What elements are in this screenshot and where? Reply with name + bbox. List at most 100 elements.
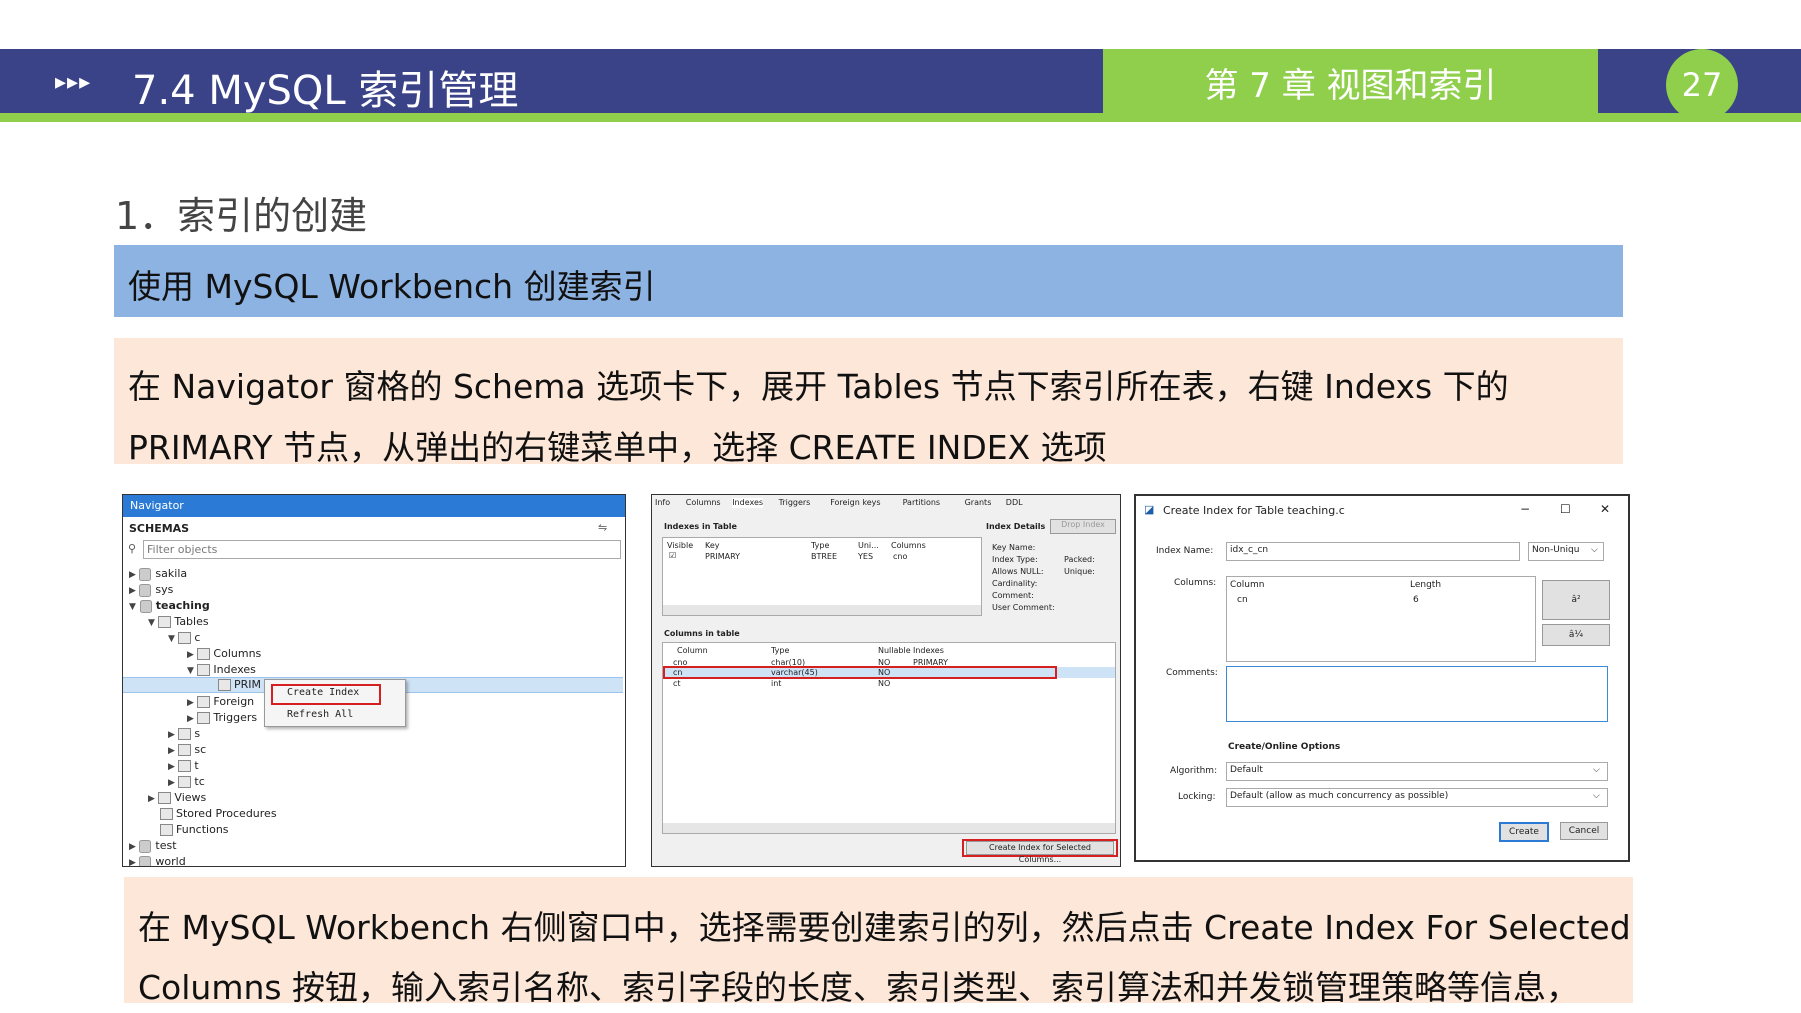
tab-triggers[interactable]: Triggers — [779, 498, 811, 507]
index-columns: cno — [893, 552, 908, 561]
scrollbar[interactable] — [663, 605, 981, 615]
paragraph-2-line-1: 在 MySQL Workbench 右侧窗口中，选择需要创建索引的列，然后点击 … — [138, 908, 1631, 947]
create-index-dialog: ◪ Create Index for Table teaching.c − ☐ … — [1134, 494, 1630, 862]
context-menu: Create Index Refresh All — [264, 679, 406, 727]
column-cell[interactable]: cn — [1237, 595, 1248, 605]
database-icon — [139, 583, 152, 597]
tab-ddl[interactable]: DDL — [1006, 498, 1023, 507]
packed-label: Packed: — [1064, 555, 1095, 564]
index-type: BTREE — [811, 552, 838, 561]
table-row[interactable]: cn — [673, 668, 682, 677]
key-name-label: Key Name: — [992, 543, 1036, 552]
tab-info[interactable]: Info — [655, 498, 670, 507]
tree-item-t[interactable]: ▶ t — [168, 759, 199, 772]
locking-select[interactable]: Default (allow as much concurrency as po… — [1226, 788, 1608, 807]
table-icon — [178, 776, 192, 788]
maximize-icon[interactable]: ☐ — [1560, 502, 1571, 516]
indexes-icon — [197, 664, 211, 676]
move-down-button[interactable]: â¼ — [1542, 624, 1610, 646]
highlight-box — [663, 666, 1057, 679]
folder-icon — [158, 616, 172, 628]
tree-item-columns[interactable]: ▶ Columns — [187, 647, 261, 660]
close-icon[interactable]: ✕ — [1600, 502, 1610, 516]
scrollbar[interactable] — [663, 823, 1115, 833]
tree-item-foreign[interactable]: ▶ Foreign — [187, 695, 254, 708]
tree-item-primary[interactable]: PRIM — [218, 678, 261, 691]
folder-icon — [158, 792, 172, 804]
section-title: 1．索引的创建 — [115, 194, 368, 238]
minimize-icon[interactable]: − — [1520, 502, 1530, 516]
cancel-button[interactable]: Cancel — [1560, 822, 1608, 840]
refresh-icon[interactable]: ⇋ — [598, 521, 607, 534]
comment-label: Comment: — [992, 591, 1034, 600]
tree-item-tables[interactable]: ▼ Tables — [148, 615, 209, 628]
tree-item-stored-procedures[interactable]: Stored Procedures — [160, 807, 277, 820]
tree-item-test[interactable]: ▶ test — [129, 839, 177, 853]
menu-item-refresh-all[interactable]: Refresh All — [287, 709, 353, 720]
checkbox-icon[interactable]: ☑ — [669, 551, 676, 560]
create-index-selected-columns-button[interactable]: Create Index for Selected Columns... — [966, 841, 1114, 864]
tree-item-triggers[interactable]: ▶ Triggers — [187, 711, 257, 724]
tab-indexes[interactable]: Indexes — [732, 498, 764, 508]
tab-foreign-keys[interactable]: Foreign keys — [830, 498, 880, 507]
tree-item-teaching[interactable]: ▼ teaching — [129, 599, 210, 613]
cardinality-label: Cardinality: — [992, 579, 1038, 588]
menu-item-create-index[interactable]: Create Index — [287, 687, 359, 698]
table-icon — [178, 760, 192, 772]
length-cell[interactable]: 6 — [1413, 595, 1419, 605]
database-icon — [139, 599, 152, 613]
database-icon — [139, 567, 152, 581]
tree-item-tc[interactable]: ▶ tc — [168, 775, 205, 788]
indexes-in-table-label: Indexes in Table — [664, 522, 737, 531]
tree-item-s[interactable]: ▶ s — [168, 727, 200, 740]
tree-item-sys[interactable]: ▶ sys — [129, 583, 173, 597]
tree-item-world[interactable]: ▶ world — [129, 855, 186, 866]
tree-item-functions[interactable]: Functions — [160, 823, 229, 836]
paragraph-2: 在 MySQL Workbench 右侧窗口中，选择需要创建索引的列，然后点击 … — [124, 877, 1633, 1007]
subtitle-band: 使用 MySQL Workbench 创建索引 — [114, 245, 1623, 317]
columns-grid[interactable]: Column Type Nullable Indexes cno char(10… — [662, 642, 1116, 834]
chevron-down-icon: ⌵ — [1591, 545, 1598, 555]
index-type-label: Index Type: — [992, 555, 1038, 564]
grid-header: Type — [771, 646, 790, 655]
indexes-grid[interactable]: Visible Key Type Uni... Columns ☑ PRIMAR… — [662, 537, 982, 616]
key-icon — [218, 679, 231, 691]
index-name-input[interactable]: idx_c_cn — [1226, 542, 1520, 561]
create-button[interactable]: Create — [1499, 822, 1549, 842]
chapter-title: 第 7 章 视图和索引 — [1204, 66, 1497, 106]
trigger-icon — [197, 712, 211, 724]
chevron-down-icon: ⌵ — [1593, 791, 1600, 801]
tree-item-sc[interactable]: ▶ sc — [168, 743, 206, 756]
cell-nullable: NO — [878, 679, 891, 688]
grid-header: Visible — [667, 541, 694, 550]
tree-item-sakila[interactable]: ▶ sakila — [129, 567, 187, 581]
algorithm-label: Algorithm: — [1170, 766, 1218, 776]
filter-input[interactable]: Filter objects — [143, 540, 621, 559]
tree-item-c[interactable]: ▼ c — [168, 631, 200, 644]
index-kind-value: Non-Uniqu — [1532, 545, 1580, 555]
foreign-key-icon — [197, 696, 211, 708]
tab-grants[interactable]: Grants — [965, 498, 992, 507]
table-icon — [178, 728, 192, 740]
index-details-label: Index Details — [986, 522, 1046, 531]
tab-columns[interactable]: Columns — [686, 498, 721, 507]
paragraph-2-line-2: Columns 按钮，输入索引名称、索引字段的长度、索引类型、索引算法和并发锁管… — [138, 968, 1580, 1007]
index-kind-select[interactable]: Non-Uniqu ⌵ — [1528, 542, 1604, 561]
tab-partitions[interactable]: Partitions — [903, 498, 941, 507]
tree-item-indexes[interactable]: ▼ Indexes — [187, 663, 256, 676]
index-editor-screenshot: Info Columns Indexes Triggers Foreign keys Pa… — [651, 494, 1121, 867]
grid-header: Nullable — [878, 646, 911, 655]
tree-item-views[interactable]: ▶ Views — [148, 791, 206, 804]
workbench-icon: ◪ — [1144, 503, 1155, 516]
chevron-down-icon: ⌵ — [1593, 765, 1600, 775]
drop-index-button[interactable]: Drop Index — [1050, 519, 1116, 534]
grid-header: Uni... — [858, 541, 879, 550]
comments-label: Comments: — [1166, 668, 1218, 678]
comments-textarea[interactable] — [1226, 666, 1608, 722]
index-name-label: Index Name: — [1156, 546, 1214, 556]
locking-value: Default (allow as much concurrency as po… — [1230, 791, 1449, 801]
move-up-button[interactable]: â² — [1542, 580, 1610, 620]
table-row[interactable]: ct — [673, 679, 681, 688]
algorithm-select[interactable]: Default ⌵ — [1226, 762, 1608, 781]
index-columns-grid[interactable]: Column Length cn 6 — [1226, 576, 1536, 662]
